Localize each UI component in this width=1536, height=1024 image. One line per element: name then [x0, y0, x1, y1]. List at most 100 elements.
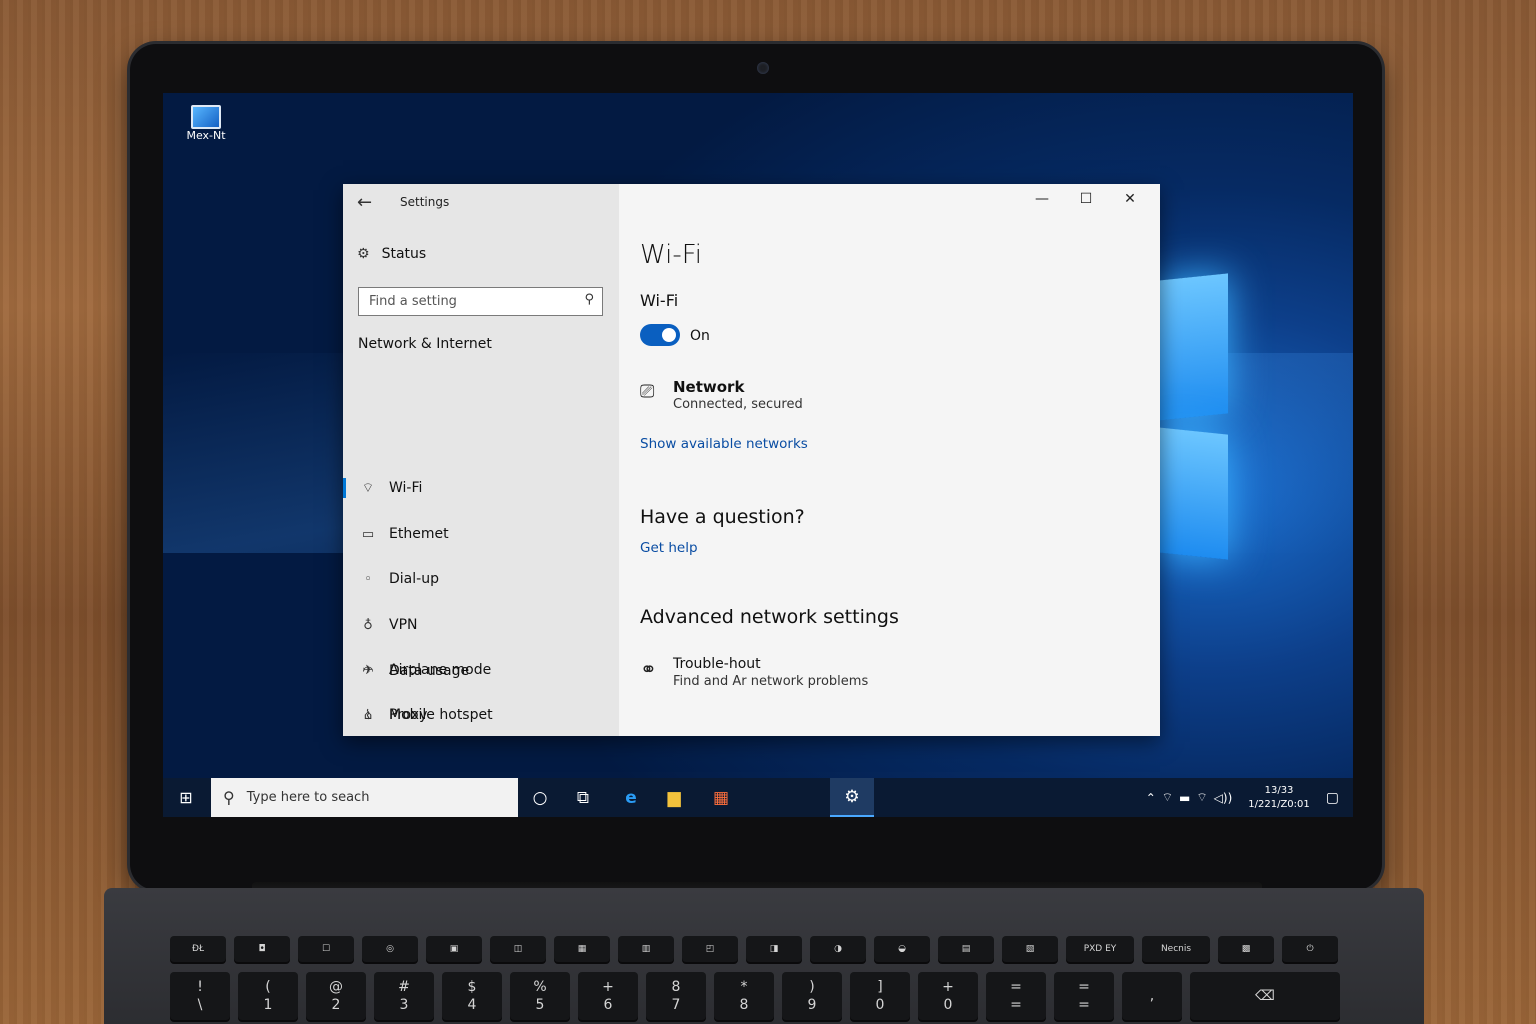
- toggle-state-label: On: [690, 328, 710, 344]
- function-key[interactable]: Necnis: [1142, 936, 1210, 962]
- file-explorer-icon[interactable]: ▆: [652, 778, 696, 817]
- number-key[interactable]: ,: [1122, 972, 1182, 1020]
- sidebar-item-label: Mobile hotspet: [389, 707, 493, 723]
- number-key[interactable]: ! \: [170, 972, 230, 1020]
- function-key[interactable]: ◑: [810, 936, 866, 962]
- minimize-button[interactable]: —: [1020, 188, 1064, 210]
- close-button[interactable]: ✕: [1108, 188, 1152, 210]
- key-top-label: %: [533, 979, 547, 995]
- key-top-label: +: [942, 979, 954, 995]
- taskbar: ⊞ ⚲ Type here to seach ○ ⧉ e ▆ ▦ ⚙ ⌃ ⌔ ▬…: [163, 778, 1353, 817]
- cortana-icon[interactable]: ○: [518, 778, 562, 817]
- key-top-label: +: [602, 979, 614, 995]
- number-key[interactable]: #3: [374, 972, 434, 1020]
- function-key[interactable]: ĐŁ: [170, 936, 226, 962]
- troubleshoot-title[interactable]: Trouble-hout: [673, 656, 761, 672]
- get-help-link[interactable]: Get help: [640, 540, 698, 556]
- number-key[interactable]: (1: [238, 972, 298, 1020]
- wifi-toggle[interactable]: [640, 324, 680, 346]
- function-key[interactable]: ▩: [1218, 936, 1274, 962]
- start-button[interactable]: ⊞: [163, 778, 209, 817]
- number-key[interactable]: ⌫: [1190, 972, 1340, 1020]
- task-view-icon[interactable]: ⧉: [561, 778, 605, 817]
- key-bottom-label: 1: [263, 997, 273, 1013]
- edge-browser-icon[interactable]: e: [609, 778, 653, 817]
- function-key[interactable]: ◰: [682, 936, 738, 962]
- window-controls: — ☐ ✕: [1020, 188, 1152, 210]
- number-key[interactable]: 87: [646, 972, 706, 1020]
- sidebar-item-mobile-hotspot[interactable]: ⌇ Mobile hotspet: [343, 695, 619, 735]
- function-key[interactable]: ◒: [874, 936, 930, 962]
- notification-icon[interactable]: ▢: [1326, 790, 1339, 806]
- show-available-networks-link[interactable]: Show available networks: [640, 436, 808, 452]
- sidebar-item-wifi[interactable]: ⌔ Wi-Fi: [343, 468, 619, 508]
- function-key[interactable]: ▤: [938, 936, 994, 962]
- number-key[interactable]: $4: [442, 972, 502, 1020]
- number-key[interactable]: = =: [1054, 972, 1114, 1020]
- key-top-label: #: [398, 979, 410, 995]
- settings-sidebar: ← Settings ⚙ Status Find a setting ⚲ Net…: [343, 184, 619, 736]
- key-top-label: $: [467, 979, 477, 995]
- network-monitor-icon: ⎚: [640, 381, 655, 402]
- search-icon[interactable]: ⚲: [584, 292, 594, 307]
- search-icon: ⚲: [223, 788, 235, 807]
- network-name[interactable]: Network: [673, 378, 744, 396]
- key-bottom-label: 4: [467, 997, 477, 1013]
- back-arrow-icon[interactable]: ←: [357, 192, 377, 213]
- function-key[interactable]: ◎: [362, 936, 418, 962]
- network-tray-icon[interactable]: ⌔: [1162, 790, 1173, 805]
- key-bottom-label: 3: [399, 997, 409, 1013]
- sidebar-item-label: Wi-Fi: [389, 480, 423, 496]
- section-title: Network & Internet: [358, 336, 492, 352]
- battery-icon[interactable]: ▬: [1179, 791, 1190, 805]
- wifi-subtitle: Wi-Fi: [640, 291, 679, 310]
- key-bottom-label: \: [197, 997, 203, 1013]
- taskbar-search-box[interactable]: ⚲ Type here to seach: [211, 778, 518, 817]
- find-setting-input[interactable]: Find a setting ⚲: [358, 287, 603, 316]
- key-bottom-label: ⌫: [1255, 988, 1275, 1004]
- function-key[interactable]: ◫: [490, 936, 546, 962]
- function-key[interactable]: ☐: [298, 936, 354, 962]
- number-key[interactable]: = =: [986, 972, 1046, 1020]
- settings-taskbar-icon[interactable]: ⚙: [830, 778, 874, 817]
- maximize-button[interactable]: ☐: [1064, 188, 1108, 210]
- settings-window: ← Settings ⚙ Status Find a setting ⚲ Net…: [343, 184, 1160, 736]
- sidebar-item-ethernet[interactable]: ▭ Ethemet: [343, 514, 619, 554]
- volume-icon[interactable]: ◁)): [1214, 791, 1233, 805]
- sidebar-item-vpn[interactable]: ♁ VPN: [343, 605, 619, 645]
- system-tray: ⌃ ⌔ ▬ ⌔ ◁)) 13/33 1/221/Z0:01 ▢: [1146, 778, 1353, 817]
- function-key[interactable]: ▦: [554, 936, 610, 962]
- function-key[interactable]: ◘: [234, 936, 290, 962]
- number-key[interactable]: * 8: [714, 972, 774, 1020]
- wifi-icon: ⌔: [361, 481, 375, 496]
- app-title: Settings: [400, 195, 450, 209]
- key-bottom-label: 8: [739, 997, 749, 1013]
- sidebar-item-airplane-mode[interactable]: ✈ Airplane mode: [343, 650, 619, 690]
- clock[interactable]: 13/33 1/221/Z0:01: [1248, 784, 1310, 812]
- number-key[interactable]: % 5: [510, 972, 570, 1020]
- function-key[interactable]: ▣: [426, 936, 482, 962]
- number-key[interactable]: ) 9: [782, 972, 842, 1020]
- key-top-label: ]: [877, 979, 883, 995]
- number-key[interactable]: +0: [918, 972, 978, 1020]
- number-key[interactable]: ] 0: [850, 972, 910, 1020]
- sidebar-item-status[interactable]: ⚙ Status: [357, 246, 426, 262]
- function-key[interactable]: ⏻: [1282, 936, 1338, 962]
- clock-time: 13/33: [1264, 784, 1294, 796]
- function-key[interactable]: ▥: [618, 936, 674, 962]
- desktop-icon-computer[interactable]: Mex-Nt: [173, 105, 239, 142]
- sidebar-item-label: Airplane mode: [389, 662, 492, 678]
- number-key-row: ! \(1 @2 #3 $4% 5 +6 8 7 * 8) 9] 0 +0 = = = =, ⌫: [170, 972, 1340, 1020]
- sidebar-item-dialup[interactable]: ◦ Dial-up: [343, 559, 619, 599]
- hotspot-icon: ⌇: [364, 707, 372, 723]
- function-key[interactable]: ◨: [746, 936, 802, 962]
- store-icon[interactable]: ▦: [699, 778, 743, 817]
- key-bottom-label: =: [1078, 997, 1090, 1013]
- chevron-up-icon[interactable]: ⌃: [1146, 791, 1156, 805]
- number-key[interactable]: +6: [578, 972, 638, 1020]
- wifi-tray-icon[interactable]: ⌔: [1196, 790, 1207, 805]
- home-gear-icon: ⚙: [357, 246, 370, 262]
- function-key[interactable]: PXD EY: [1066, 936, 1134, 962]
- number-key[interactable]: @2: [306, 972, 366, 1020]
- function-key[interactable]: ▧: [1002, 936, 1058, 962]
